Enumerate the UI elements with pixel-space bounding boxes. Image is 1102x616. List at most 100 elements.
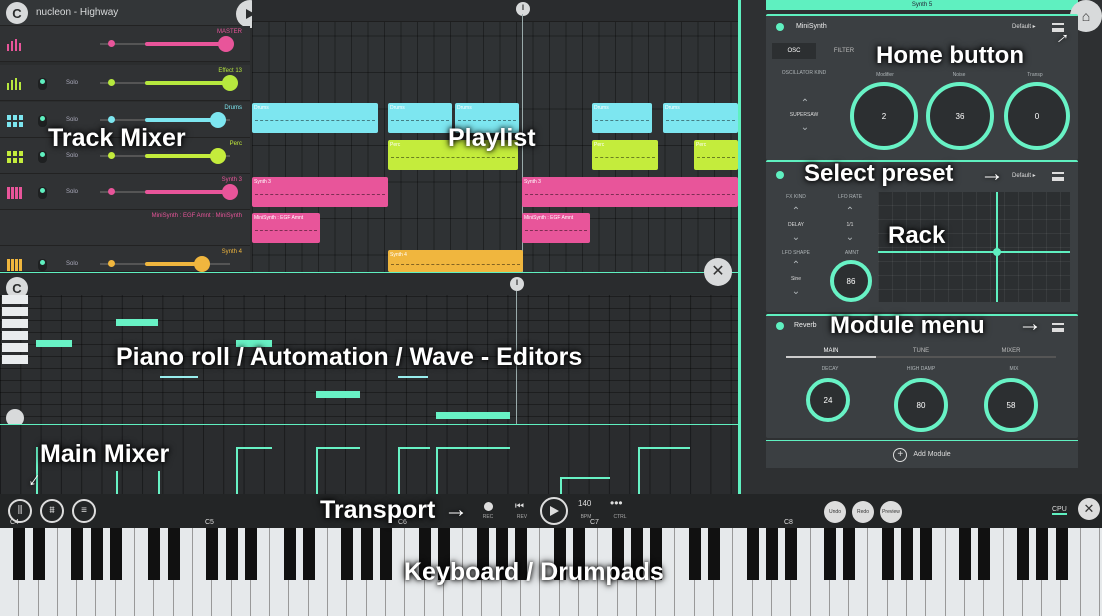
- clip-perc[interactable]: Perc: [592, 140, 658, 170]
- close-editor-button[interactable]: ✕: [704, 258, 732, 286]
- clip-automation[interactable]: MiniSynth : EGF Amnt: [522, 213, 590, 243]
- black-key[interactable]: [1016, 528, 1029, 580]
- clip-drums[interactable]: Drums: [592, 103, 652, 133]
- bars-icon[interactable]: [7, 38, 23, 51]
- black-key[interactable]: [225, 528, 238, 580]
- tab-mixer[interactable]: MIXER: [966, 344, 1056, 358]
- fl-studio-logo[interactable]: C: [6, 2, 28, 24]
- note[interactable]: [316, 391, 360, 398]
- black-key[interactable]: [881, 528, 894, 580]
- more-icon[interactable]: •••: [610, 496, 623, 510]
- black-key[interactable]: [167, 528, 180, 580]
- black-key[interactable]: [90, 528, 103, 580]
- solo-button[interactable]: Solo: [66, 117, 78, 123]
- high-damp-dial[interactable]: 80: [894, 378, 948, 432]
- black-key[interactable]: [71, 528, 84, 580]
- volume-fader[interactable]: [100, 148, 230, 164]
- tab-tune[interactable]: TUNE: [876, 344, 966, 358]
- piano-playhead-handle[interactable]: ‖: [510, 277, 524, 291]
- lfo-shape-up-icon[interactable]: ⌃: [776, 260, 816, 271]
- black-key[interactable]: [109, 528, 122, 580]
- volume-fader[interactable]: [100, 36, 234, 52]
- osc-kind-down-icon[interactable]: ⌄: [790, 122, 820, 133]
- black-key[interactable]: [380, 528, 392, 580]
- track-row[interactable]: MiniSynth : EGF Amnt : MiniSynth: [0, 210, 250, 246]
- black-key[interactable]: [1036, 528, 1049, 580]
- volume-fader[interactable]: [100, 184, 238, 200]
- tab-main[interactable]: MAIN: [786, 344, 876, 358]
- solo-button[interactable]: Solo: [66, 189, 78, 195]
- velocity-bar[interactable]: [560, 477, 562, 495]
- lfo-rate-down-icon[interactable]: ⌄: [830, 232, 870, 243]
- transp-dial[interactable]: 0: [1004, 82, 1070, 150]
- decay-dial[interactable]: 24: [806, 378, 850, 422]
- volume-fader[interactable]: [100, 256, 230, 272]
- volume-fader[interactable]: [100, 75, 238, 91]
- piano-roll-ruler[interactable]: [0, 273, 738, 295]
- black-key[interactable]: [959, 528, 971, 580]
- power-icon[interactable]: [776, 322, 784, 330]
- fx-kind-up-icon[interactable]: ⌃: [776, 206, 816, 217]
- close-icon[interactable]: ✕: [1078, 498, 1100, 520]
- volume-handle[interactable]: [210, 112, 226, 128]
- preset-select[interactable]: Default ▸: [1012, 23, 1036, 30]
- volume-handle[interactable]: [222, 184, 238, 200]
- track-row[interactable]: Synth 3 Solo: [0, 174, 250, 210]
- velocity-bar[interactable]: [638, 447, 640, 495]
- pan-knob[interactable]: [38, 115, 47, 127]
- rack-header[interactable]: Synth 5: [766, 0, 1078, 10]
- black-key[interactable]: [302, 528, 315, 580]
- lfo-shape-down-icon[interactable]: ⌄: [776, 286, 816, 297]
- solo-button[interactable]: Solo: [66, 261, 78, 267]
- black-key[interactable]: [901, 528, 914, 580]
- black-key[interactable]: [206, 528, 219, 580]
- clip-drums[interactable]: Drums: [252, 103, 378, 133]
- tab-filter[interactable]: FILTER: [822, 43, 866, 59]
- pan-dot[interactable]: [108, 116, 115, 123]
- redo-button[interactable]: Redo: [852, 501, 874, 523]
- modifier-dial[interactable]: 2: [850, 82, 918, 150]
- clip-drums[interactable]: Drums: [388, 103, 452, 133]
- volume-handle[interactable]: [222, 75, 238, 91]
- amnt-dial[interactable]: 86: [830, 260, 872, 302]
- black-key[interactable]: [785, 528, 798, 580]
- clip-synth4[interactable]: Synth 4: [388, 250, 523, 272]
- osc-kind-up-icon[interactable]: ⌃: [790, 98, 820, 109]
- note[interactable]: [398, 376, 428, 378]
- black-key[interactable]: [244, 528, 257, 580]
- velocity-bar[interactable]: [316, 447, 318, 495]
- drumpad-icon[interactable]: [7, 150, 23, 163]
- volume-handle[interactable]: [210, 148, 226, 164]
- lfo-rate-up-icon[interactable]: ⌃: [830, 206, 870, 217]
- velocity-bar[interactable]: [436, 447, 438, 495]
- bars-icon[interactable]: [7, 77, 23, 90]
- undo-button[interactable]: Undo: [824, 501, 846, 523]
- module-menu-icon[interactable]: [1052, 323, 1064, 332]
- velocity-bar[interactable]: [398, 447, 400, 495]
- playlist-rows-icon[interactable]: ≡: [72, 499, 96, 523]
- black-key[interactable]: [13, 528, 26, 580]
- playhead-handle[interactable]: ‖: [516, 2, 530, 16]
- velocity-bar[interactable]: [158, 471, 160, 495]
- black-key[interactable]: [920, 528, 933, 580]
- record-icon[interactable]: [484, 502, 493, 511]
- velocity-bar[interactable]: [236, 447, 238, 495]
- black-key[interactable]: [341, 528, 354, 580]
- preview-button[interactable]: Preview: [880, 501, 902, 523]
- black-key[interactable]: [823, 528, 836, 580]
- track-row[interactable]: MASTER: [0, 26, 250, 62]
- rewind-icon[interactable]: ⏮: [515, 501, 524, 512]
- black-key[interactable]: [708, 528, 721, 580]
- osc-kind-value[interactable]: SUPERSAW: [778, 112, 830, 118]
- volume-handle[interactable]: [218, 36, 234, 52]
- volume-handle[interactable]: [194, 256, 210, 272]
- drumpad-grid-icon[interactable]: ⩩: [40, 499, 64, 523]
- pan-dot[interactable]: [108, 79, 115, 86]
- black-key[interactable]: [843, 528, 856, 580]
- pan-knob[interactable]: [38, 187, 47, 199]
- mix-dial[interactable]: 58: [984, 378, 1038, 432]
- black-key[interactable]: [32, 528, 45, 580]
- clip-automation[interactable]: MiniSynth : EGF Amnt: [252, 213, 320, 243]
- bpm-value[interactable]: 140: [578, 499, 591, 508]
- pan-dot[interactable]: [108, 188, 115, 195]
